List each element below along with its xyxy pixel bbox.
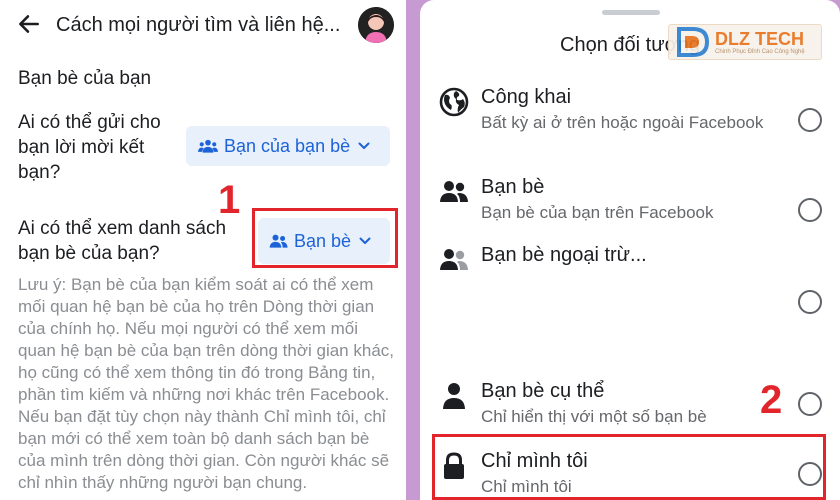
friend-list-audience-value: Bạn bè (294, 230, 352, 251)
chevron-down-icon (358, 142, 370, 149)
radio-friends-except[interactable] (798, 290, 822, 314)
friends-icon (440, 181, 468, 202)
option-title-friends-except: Bạn bè ngoại trừ... (481, 244, 647, 266)
option-title-specific-friends: Bạn bè cụ thể (481, 380, 605, 402)
step-number-2: 2 (760, 378, 783, 422)
logo-text: DLZ TECH (715, 29, 804, 49)
option-subtitle-friends: Bạn bè của bạn trên Facebook (481, 203, 714, 222)
watermark-logo: DLZ TECH Chinh Phục Đỉnh Cao Công Nghệ (668, 24, 822, 60)
chevron-down-icon (359, 237, 371, 244)
avatar[interactable] (358, 7, 394, 43)
radio-friends[interactable] (798, 198, 822, 222)
logo-tagline: Chinh Phục Đỉnh Cao Công Nghệ (715, 49, 805, 55)
friend-list-audience-dropdown[interactable]: Bạn bè (258, 218, 390, 264)
option-title-only-me: Chỉ mình tôi (481, 450, 588, 472)
globe-icon (439, 87, 469, 117)
section-title: Bạn bè của bạn (18, 68, 152, 89)
radio-only-me[interactable] (798, 462, 822, 486)
audience-picker-sheet: Chọn đối tượng DLZ TECH Chinh Phục Đỉnh … (420, 0, 840, 500)
avatar-image-icon (358, 7, 394, 43)
friends-icon (198, 139, 218, 153)
friend-list-question: Ai có thể xem danh sách bạn bè của bạn? (18, 218, 227, 264)
option-title-public: Công khai (481, 86, 572, 108)
dlz-logo-icon (677, 27, 710, 57)
option-subtitle-only-me: Chỉ mình tôi (481, 477, 572, 496)
friends-except-icon (440, 249, 468, 270)
person-icon (443, 383, 465, 409)
friends-icon (269, 234, 288, 248)
radio-public[interactable] (798, 108, 822, 132)
privacy-note: Lưu ý: Bạn bè của bạn kiểm soát ai có th… (18, 275, 394, 492)
option-subtitle-public: Bất kỳ ai ở trên hoặc ngoài Facebook (481, 113, 764, 132)
friend-request-question: Ai có thể gửi cho bạn lời mời kết bạn? (18, 112, 161, 183)
step-number-1: 1 (218, 178, 241, 222)
option-title-friends: Bạn bè (481, 176, 545, 198)
option-subtitle-specific-friends: Chỉ hiển thị với một số bạn bè (481, 407, 707, 426)
friend-request-audience-value: Bạn của bạn bè (224, 135, 351, 156)
privacy-settings-panel: Cách mọi người tìm và liên hệ... Bạn bè … (0, 0, 406, 500)
header-bar: Cách mọi người tìm và liên hệ... (0, 0, 406, 56)
lock-icon (444, 452, 464, 479)
radio-specific-friends[interactable] (798, 392, 822, 416)
sheet-drag-handle[interactable] (602, 10, 660, 15)
back-arrow-icon[interactable] (16, 11, 42, 37)
friend-request-audience-dropdown[interactable]: Bạn của bạn bè (186, 126, 390, 166)
page-title: Cách mọi người tìm và liên hệ... (56, 14, 341, 36)
